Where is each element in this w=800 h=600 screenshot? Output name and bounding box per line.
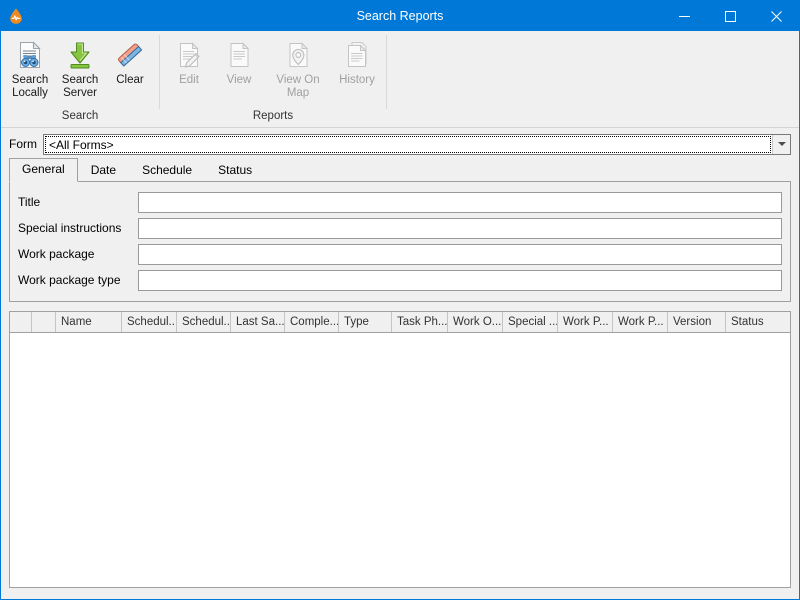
clear-button[interactable]: Clear xyxy=(105,35,155,90)
search-locally-label-line1: Search xyxy=(11,74,49,86)
minimize-button[interactable] xyxy=(661,1,707,31)
title-bar: Search Reports xyxy=(1,1,799,31)
field-row-title: Title xyxy=(10,191,790,213)
search-server-label-line1: Search xyxy=(61,74,99,86)
field-row-work-package: Work package xyxy=(10,243,790,265)
document-binoculars-icon xyxy=(14,39,46,71)
work-package-type-label: Work package type xyxy=(18,273,121,287)
tab-status-label: Status xyxy=(218,163,253,177)
grid-column-header[interactable]: Schedul... xyxy=(122,312,177,332)
search-server-button[interactable]: Search Server xyxy=(55,35,105,103)
form-combobox[interactable]: <All Forms> xyxy=(43,133,791,155)
grid-column-header[interactable]: Last Sa... xyxy=(231,312,285,332)
tab-status[interactable]: Status xyxy=(205,160,265,182)
grid-column-header[interactable]: Type xyxy=(339,312,392,332)
window-controls xyxy=(661,1,799,31)
grid-column-header[interactable]: Work P... xyxy=(558,312,613,332)
results-grid: Name Schedul... Schedul... Last Sa... Comple… xyxy=(9,311,791,588)
ribbon-group-separator-2 xyxy=(386,35,387,109)
search-reports-window: Search Reports Search Locally Search Ser… xyxy=(0,0,800,600)
search-server-label-line2: Server xyxy=(63,87,97,99)
special-instructions-input[interactable] xyxy=(138,217,782,239)
work-package-label: Work package xyxy=(18,247,95,261)
edit-label: Edit xyxy=(179,74,199,86)
grid-column-header[interactable]: Name xyxy=(56,312,122,332)
tab-date[interactable]: Date xyxy=(78,160,129,182)
tabpanel-general: Title Special instructions Work package … xyxy=(9,181,791,302)
grid-column-header[interactable]: Task Ph... xyxy=(392,312,448,332)
document-stack-icon xyxy=(341,39,373,71)
ribbon-group-search: Search Locally Search Server Clear Searc… xyxy=(1,31,159,127)
search-locally-label-line2: Locally xyxy=(12,87,48,99)
tab-general[interactable]: General xyxy=(9,158,78,182)
document-pencil-icon xyxy=(173,39,205,71)
history-label: History xyxy=(339,74,375,86)
title-input[interactable] xyxy=(138,191,782,213)
history-button[interactable]: History xyxy=(332,35,382,90)
work-package-input[interactable] xyxy=(138,243,782,265)
maximize-button[interactable] xyxy=(707,1,753,31)
document-icon xyxy=(223,39,255,71)
chevron-down-icon xyxy=(777,142,786,146)
ribbon-group-label-reports: Reports xyxy=(252,110,294,122)
grid-column-header[interactable]: Schedul... xyxy=(177,312,231,332)
form-selector-row: Form <All Forms> xyxy=(1,131,799,157)
eraser-icon xyxy=(114,39,146,71)
green-download-arrow-icon xyxy=(64,39,96,71)
grid-column-header[interactable]: Status xyxy=(726,312,790,332)
close-button[interactable] xyxy=(753,1,799,31)
ribbon-group-reports: Edit View View On Map History Reports xyxy=(160,31,386,127)
grid-column-header[interactable]: Special ... xyxy=(503,312,558,332)
view-on-map-button[interactable]: View On Map xyxy=(264,35,332,103)
grid-column-header[interactable]: Work P... xyxy=(613,312,668,332)
grid-column-header[interactable]: Work O... xyxy=(448,312,503,332)
results-grid-body[interactable] xyxy=(10,333,790,587)
tab-schedule[interactable]: Schedule xyxy=(129,160,205,182)
grid-column-header[interactable] xyxy=(10,312,32,332)
tab-general-label: General xyxy=(22,162,65,176)
title-label: Title xyxy=(18,195,41,209)
form-label: Form xyxy=(9,137,37,151)
grid-column-header[interactable]: Comple... xyxy=(285,312,339,332)
tab-date-label: Date xyxy=(90,163,117,177)
ribbon-toolbar: Search Locally Search Server Clear Searc… xyxy=(1,31,799,128)
document-map-pin-icon xyxy=(282,39,314,71)
view-label: View xyxy=(226,74,252,86)
tab-schedule-label: Schedule xyxy=(142,163,193,177)
search-locally-button[interactable]: Search Locally xyxy=(5,35,55,103)
field-row-work-package-type: Work package type xyxy=(10,269,790,291)
field-row-special-instructions: Special instructions xyxy=(10,217,790,239)
grid-column-header[interactable] xyxy=(32,312,56,332)
search-criteria-tabs: General Date Schedule Status Title Speci… xyxy=(1,158,799,302)
clear-label: Clear xyxy=(116,74,144,86)
work-package-type-input[interactable] xyxy=(138,269,782,291)
ribbon-group-label-search: Search xyxy=(61,110,99,122)
form-combobox-dropdown-button[interactable] xyxy=(772,134,790,154)
view-on-map-label: View On Map xyxy=(276,74,320,99)
special-instructions-label: Special instructions xyxy=(18,221,122,235)
tabstrip: General Date Schedule Status xyxy=(9,158,791,182)
edit-button[interactable]: Edit xyxy=(164,35,214,90)
results-grid-header: Name Schedul... Schedul... Last Sa... Comple… xyxy=(10,312,790,333)
app-icon-flame-droplet-icon xyxy=(1,1,31,31)
form-combobox-value[interactable]: <All Forms> xyxy=(45,135,771,153)
view-button[interactable]: View xyxy=(214,35,264,90)
grid-column-header[interactable]: Version xyxy=(668,312,726,332)
